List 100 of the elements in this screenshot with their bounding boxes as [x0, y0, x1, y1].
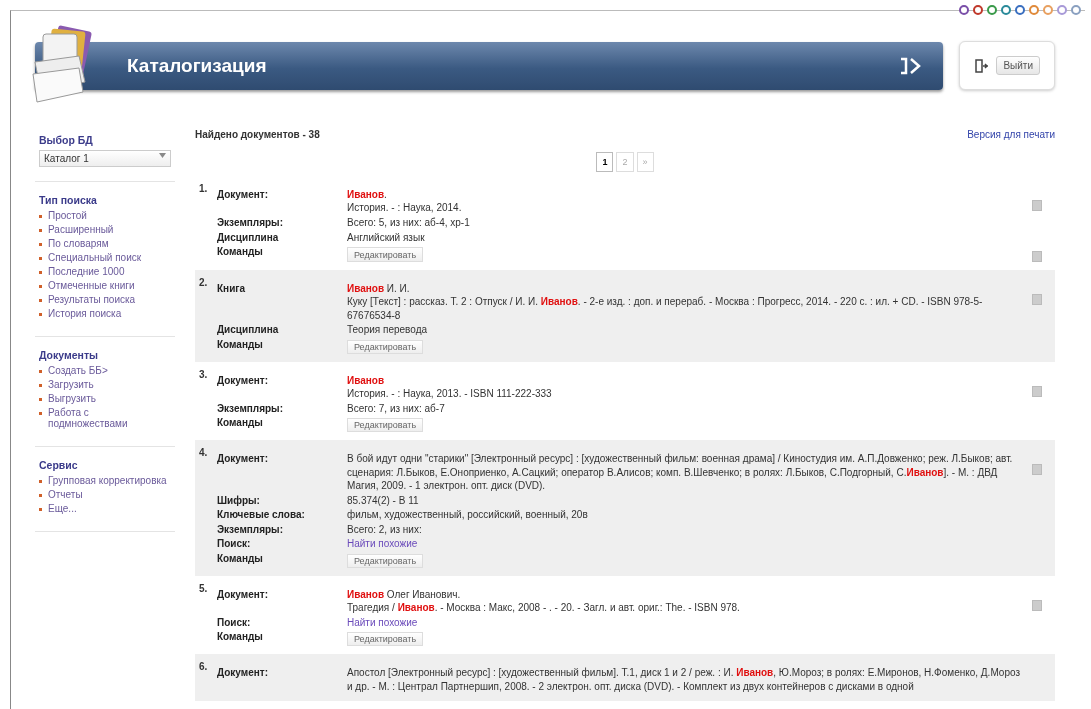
- field-value: Иванов И. И.: [347, 281, 411, 296]
- theme-swatch-icon[interactable]: [987, 5, 997, 15]
- field-label: Документ:: [217, 666, 269, 681]
- record-number: 2.: [199, 275, 209, 290]
- record-checkbox[interactable]: [1032, 599, 1042, 611]
- field-value: История. - : Наука, 2014.: [347, 201, 463, 215]
- field-value: Иванов: [347, 373, 386, 388]
- section-heading: Сервис: [39, 459, 79, 471]
- theme-swatch-icon[interactable]: [1043, 5, 1053, 15]
- sidebar-link[interactable]: История поиска: [48, 308, 122, 319]
- sidebar-link[interactable]: Отмеченные книги: [48, 280, 135, 291]
- sidebar-link[interactable]: Еще...: [48, 503, 77, 514]
- bullet-icon: [39, 313, 42, 316]
- sidebar-link[interactable]: Работа с подмножествами: [48, 407, 171, 429]
- record-number: 3.: [199, 367, 209, 382]
- field-value: История. - : Наука, 2013. - ISBN 111-222-333: [347, 387, 553, 401]
- record-number: 4.: [199, 446, 209, 461]
- theme-swatch-icon[interactable]: [973, 5, 983, 15]
- record-checkbox[interactable]: [1032, 464, 1042, 476]
- collapse-icon[interactable]: [899, 56, 922, 75]
- sidebar-link[interactable]: Специальный поиск: [48, 252, 142, 263]
- theme-swatch-icon[interactable]: [1071, 5, 1081, 15]
- bullet-icon: [39, 215, 42, 218]
- field-value: Всего: 7, из них: аб-7: [347, 401, 446, 416]
- sidebar-link[interactable]: Загрузить: [48, 379, 94, 390]
- field-label: Документ:: [217, 187, 269, 202]
- record-checkbox[interactable]: [1032, 199, 1042, 211]
- bullet-icon: [39, 508, 42, 511]
- edit-button[interactable]: Редактировать: [347, 553, 424, 568]
- page-button[interactable]: 1: [596, 151, 614, 172]
- logout-icon: [974, 58, 989, 73]
- sidebar-link[interactable]: Отчеты: [48, 489, 83, 500]
- field-value: 85.374(2) - В 11: [347, 493, 420, 508]
- field-value: Всего: 2, из них:: [347, 522, 423, 537]
- find-similar-link[interactable]: Найти похожие: [347, 615, 1025, 630]
- field-value: Иванов.: [347, 187, 388, 202]
- field-label: Дисциплина: [217, 323, 280, 337]
- theme-swatch-icon[interactable]: [959, 5, 969, 15]
- field-label: Команды: [217, 337, 264, 352]
- app-title: Каталогизация: [127, 54, 268, 77]
- field-label: Документ:: [217, 587, 269, 602]
- record-number: 5.: [199, 581, 209, 596]
- field-label: Команды: [217, 630, 264, 645]
- edit-button[interactable]: Редактировать: [347, 247, 424, 262]
- sidebar-link[interactable]: По словарям: [48, 238, 109, 249]
- find-similar-link[interactable]: Найти похожие: [347, 537, 1025, 551]
- bullet-icon: [39, 494, 42, 497]
- field-label: Команды: [217, 551, 264, 566]
- bullet-icon: [39, 271, 42, 274]
- field-value: Трагедия / Иванов. - Москва : Макс, 2008 - . - 20. - Загл. и авт. ориг.: The. - ISBN 978.: [347, 601, 741, 615]
- field-value: Всего: 5, из них: аб-4, хр-1: [347, 215, 471, 230]
- bullet-icon: [39, 299, 42, 302]
- bullet-icon: [39, 384, 42, 387]
- field-label: Экземпляры:: [217, 522, 284, 537]
- record-checkbox[interactable]: [1032, 250, 1042, 262]
- bullet-icon: [39, 285, 42, 288]
- field-value: Теория перевода: [347, 323, 429, 337]
- theme-swatch-icon[interactable]: [1057, 5, 1067, 15]
- sidebar-link[interactable]: Последние 1000: [48, 266, 125, 277]
- field-value: Английский язык: [347, 230, 426, 245]
- field-label: Поиск:: [217, 537, 252, 551]
- bullet-icon: [39, 257, 42, 260]
- field-label: Ключевые слова:: [217, 508, 306, 522]
- field-label: Документ:: [217, 373, 269, 388]
- bullet-icon: [39, 480, 42, 483]
- results-count: Найдено документов - 38: [195, 128, 320, 142]
- record-number: 6.: [199, 660, 209, 675]
- field-value: Иванов Олег Иванович.: [347, 587, 462, 602]
- field-value: Куку [Текст] : рассказ. Т. 2 : Отпуск / И. И. Иванов. - 2-е изд. : доп. и перераб. - Москва : Прогресс, 2014. - 220 с. : ил. + CD. - ISBN 978-5-67676534-8: [347, 295, 984, 323]
- field-label: Книга: [217, 281, 247, 296]
- record-checkbox[interactable]: [1032, 385, 1042, 397]
- database-select[interactable]: Каталог 1: [39, 150, 171, 167]
- field-label: Экземпляры:: [217, 215, 284, 230]
- sidebar-link[interactable]: Групповая корректировка: [48, 475, 167, 486]
- field-value: Апостол [Электронный ресурс] : [художественный фильм]. Т.1, диск 1 и 2 / реж. : И. Иванов, Ю.Мороз; в ролях: Е.Миронов, Н.Фоменко, Д.Мороз и др. - М. : Централ Партнершип, 2008. - 2 электрон. опт. диска (DVD). - Комплект из двух контейнеров с дисками в одной: [347, 666, 1021, 694]
- edit-button[interactable]: Редактировать: [347, 632, 424, 647]
- sidebar-link[interactable]: Простой: [48, 210, 87, 221]
- bullet-icon: [39, 370, 42, 373]
- bullet-icon: [39, 398, 42, 401]
- sidebar-link[interactable]: Результаты поиска: [48, 294, 136, 305]
- edit-button[interactable]: Редактировать: [347, 339, 424, 354]
- sidebar-link[interactable]: Выгрузить: [48, 393, 96, 404]
- section-heading: Документы: [39, 349, 100, 361]
- dropdown-caret-icon: [159, 153, 166, 158]
- section-heading: Тип поиска: [39, 194, 98, 206]
- theme-swatch-icon[interactable]: [1001, 5, 1011, 15]
- print-version-link[interactable]: Версия для печати: [967, 128, 1055, 142]
- theme-swatch-icon[interactable]: [1015, 5, 1025, 15]
- record-checkbox[interactable]: [1032, 293, 1042, 305]
- bullet-icon: [39, 243, 42, 246]
- theme-swatch-icon[interactable]: [1029, 5, 1039, 15]
- field-label: Экземпляры:: [217, 401, 284, 416]
- field-label: Команды: [217, 245, 264, 260]
- sidebar-link[interactable]: Расширенный: [48, 224, 114, 235]
- field-label: Команды: [217, 416, 264, 431]
- edit-button[interactable]: Редактировать: [347, 418, 424, 433]
- bullet-icon: [39, 229, 42, 232]
- logout-button[interactable]: Выйти: [996, 56, 1040, 75]
- field-label: Поиск:: [217, 615, 252, 630]
- sidebar-link[interactable]: Создать ББ>: [48, 365, 108, 376]
